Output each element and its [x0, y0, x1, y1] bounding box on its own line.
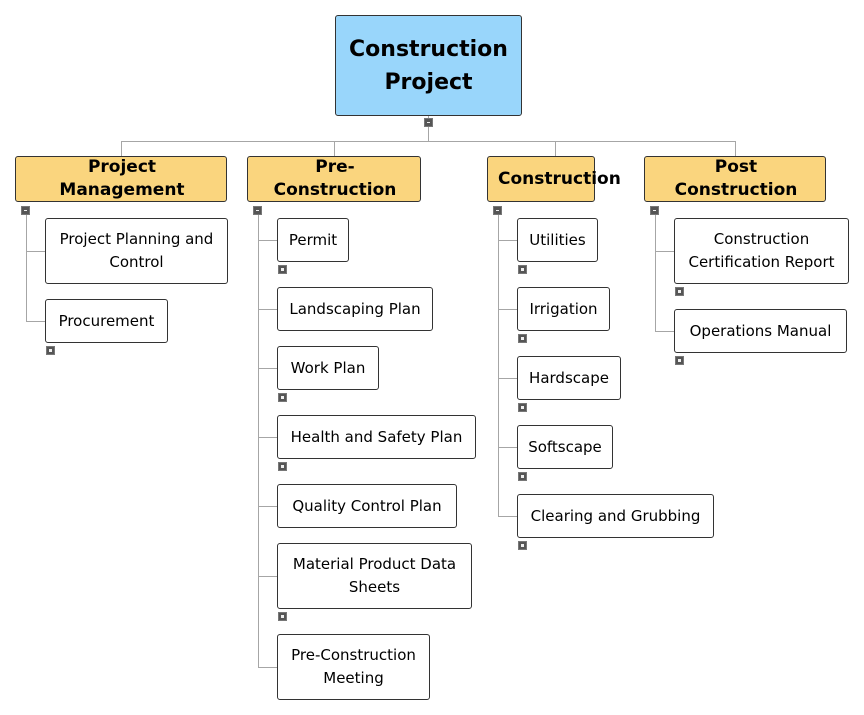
- connector-line: [258, 506, 277, 507]
- root-node[interactable]: Construction Project: [335, 15, 522, 116]
- connector-line: [334, 141, 335, 156]
- child-node[interactable]: Work Plan: [277, 346, 379, 390]
- connector-line: [655, 215, 656, 331]
- collapse-icon[interactable]: [21, 206, 30, 215]
- expand-icon[interactable]: [675, 287, 684, 296]
- wbs-diagram: Construction Project Project Management Pr…: [0, 0, 864, 715]
- expand-icon[interactable]: [518, 541, 527, 550]
- expand-icon[interactable]: [518, 265, 527, 274]
- child-node[interactable]: Landscaping Plan: [277, 287, 433, 331]
- collapse-icon[interactable]: [424, 118, 433, 127]
- child-node[interactable]: Pre-Construction Meeting: [277, 634, 430, 700]
- expand-icon[interactable]: [518, 334, 527, 343]
- connector-line: [555, 141, 556, 156]
- connector-line: [735, 141, 736, 156]
- connector-line: [258, 576, 277, 577]
- connector-line: [26, 321, 45, 322]
- connector-line: [26, 251, 45, 252]
- connector-line: [26, 215, 27, 321]
- child-node[interactable]: Irrigation: [517, 287, 610, 331]
- connector-line: [498, 215, 499, 516]
- collapse-icon[interactable]: [253, 206, 262, 215]
- connector-line: [258, 667, 277, 668]
- collapse-icon[interactable]: [650, 206, 659, 215]
- child-node[interactable]: Material Product Data Sheets: [277, 543, 472, 609]
- connector-line: [258, 240, 277, 241]
- connector-line: [498, 309, 517, 310]
- branch-node[interactable]: Project Management: [15, 156, 227, 202]
- expand-icon[interactable]: [675, 356, 684, 365]
- connector-line: [498, 516, 517, 517]
- expand-icon[interactable]: [278, 393, 287, 402]
- connector-line: [258, 215, 259, 667]
- child-node[interactable]: Operations Manual: [674, 309, 847, 353]
- branch-node[interactable]: Pre-Construction: [247, 156, 421, 202]
- child-node[interactable]: Softscape: [517, 425, 613, 469]
- child-node[interactable]: Project Planning and Control: [45, 218, 228, 284]
- branch-node[interactable]: Post Construction: [644, 156, 826, 202]
- connector-line: [258, 309, 277, 310]
- expand-icon[interactable]: [46, 346, 55, 355]
- expand-icon[interactable]: [278, 265, 287, 274]
- child-node[interactable]: Permit: [277, 218, 349, 262]
- connector-line: [258, 437, 277, 438]
- expand-icon[interactable]: [518, 472, 527, 481]
- connector-line: [121, 141, 736, 142]
- connector-line: [498, 447, 517, 448]
- expand-icon[interactable]: [278, 462, 287, 471]
- expand-icon[interactable]: [278, 612, 287, 621]
- connector-line: [655, 331, 674, 332]
- branch-node[interactable]: Construction: [487, 156, 621, 202]
- connector-line: [498, 240, 517, 241]
- connector-line: [121, 141, 122, 156]
- child-node[interactable]: Construction Certification Report: [674, 218, 849, 284]
- child-node[interactable]: Health and Safety Plan: [277, 415, 476, 459]
- child-node[interactable]: Utilities: [517, 218, 598, 262]
- expand-icon[interactable]: [518, 403, 527, 412]
- child-node[interactable]: Clearing and Grubbing: [517, 494, 714, 538]
- child-node[interactable]: Procurement: [45, 299, 168, 343]
- connector-line: [498, 378, 517, 379]
- collapse-icon[interactable]: [493, 206, 502, 215]
- connector-line: [655, 251, 674, 252]
- child-node[interactable]: Quality Control Plan: [277, 484, 457, 528]
- connector-line: [258, 368, 277, 369]
- child-node[interactable]: Hardscape: [517, 356, 621, 400]
